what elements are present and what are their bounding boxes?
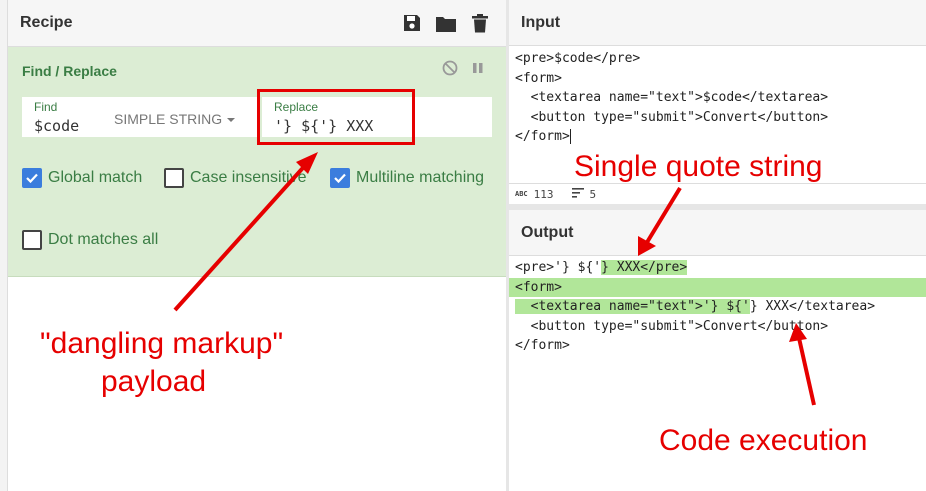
annotation-single-quote: Single quote string [574,150,823,183]
recipe-pane: Recipe Find / Replace Find $code SIMPLE … [8,0,506,491]
save-icon[interactable] [402,13,422,33]
global-match-label: Global match [48,169,143,186]
input-header: Input [509,0,926,46]
output-header: Output [509,210,926,256]
operation-controls [442,60,484,81]
output-editor[interactable]: <pre>'} ${'} XXX</pre> <form> <textarea … [509,258,926,356]
input-status-bar: ABC 113 5 [509,183,926,204]
dot-matches-all-label: Dot matches all [48,231,159,248]
input-line: <pre>$code</pre> [515,51,641,66]
input-title: Input [521,13,561,31]
left-strip [0,0,8,491]
input-editor[interactable]: <pre>$code</pre> <form> <textarea name="… [509,49,926,147]
output-line: <pre>'} ${'} XXX</pre> [509,258,926,278]
output-line: <textarea name="text">'} ${'} XXX</texta… [509,297,926,317]
lines-icon [571,187,584,201]
output-line: <button type="submit">Convert</button> [515,318,829,334]
annotation-code-execution: Code execution [659,424,868,457]
folder-icon[interactable] [436,13,456,33]
find-mode-dropdown[interactable]: SIMPLE STRING [114,111,236,127]
annotation-dangling-markup: "dangling markup" [40,327,284,360]
input-line: <form> [515,70,562,86]
checkbox-unchecked-icon [22,230,42,250]
operation-title: Find / Replace [22,63,117,79]
line-count: 5 [589,187,597,201]
io-pane: Input <pre>$code</pre> <form> <textarea … [509,0,926,491]
output-segment-highlighted: } XXX</pre> [601,260,688,275]
input-line: </form> [509,127,926,147]
input-line-text: </form> [515,129,570,144]
output-line: </form> [515,338,570,353]
checkbox-checked-icon [330,168,350,188]
find-input[interactable]: $code [34,117,79,135]
input-line: <button type="submit">Convert</button> [515,109,829,125]
abc-icon: ABC [515,190,528,198]
multiline-matching-checkbox[interactable]: Multiline matching [330,168,484,188]
output-segment: } XXX</textarea> [749,299,876,314]
global-match-checkbox[interactable]: Global match [22,168,142,188]
find-field[interactable]: Find $code SIMPLE STRING [22,97,260,137]
char-count: 113 [533,187,554,201]
output-segment: <pre>'} ${' [515,260,602,275]
find-label: Find [34,100,58,114]
checkbox-checked-icon [22,168,42,188]
multiline-matching-label: Multiline matching [356,169,485,186]
trash-icon[interactable] [470,13,490,33]
output-line-highlighted: <form> [509,277,926,297]
annotation-payload: payload [101,365,207,398]
find-mode-label: SIMPLE STRING [114,111,223,127]
replace-highlight-box [257,89,415,145]
text-cursor [569,129,571,144]
pause-icon[interactable] [472,60,484,81]
dot-matches-all-checkbox[interactable]: Dot matches all [22,230,158,250]
checkbox-unchecked-icon [164,168,184,188]
input-line: <textarea name="text">$code</textarea> [515,90,829,105]
output-title: Output [521,223,574,241]
recipe-toolbar [402,13,490,33]
disable-icon[interactable] [442,60,458,81]
find-replace-operation: Find / Replace Find $code SIMPLE STRING … [8,47,506,277]
case-insensitive-checkbox[interactable]: Case insensitive [164,168,307,188]
recipe-title: Recipe [20,14,73,31]
chevron-down-icon [227,118,236,123]
case-insensitive-label: Case insensitive [190,169,307,186]
recipe-header: Recipe [8,0,506,47]
output-segment-highlighted: <textarea name="text">'} ${' [515,299,750,314]
